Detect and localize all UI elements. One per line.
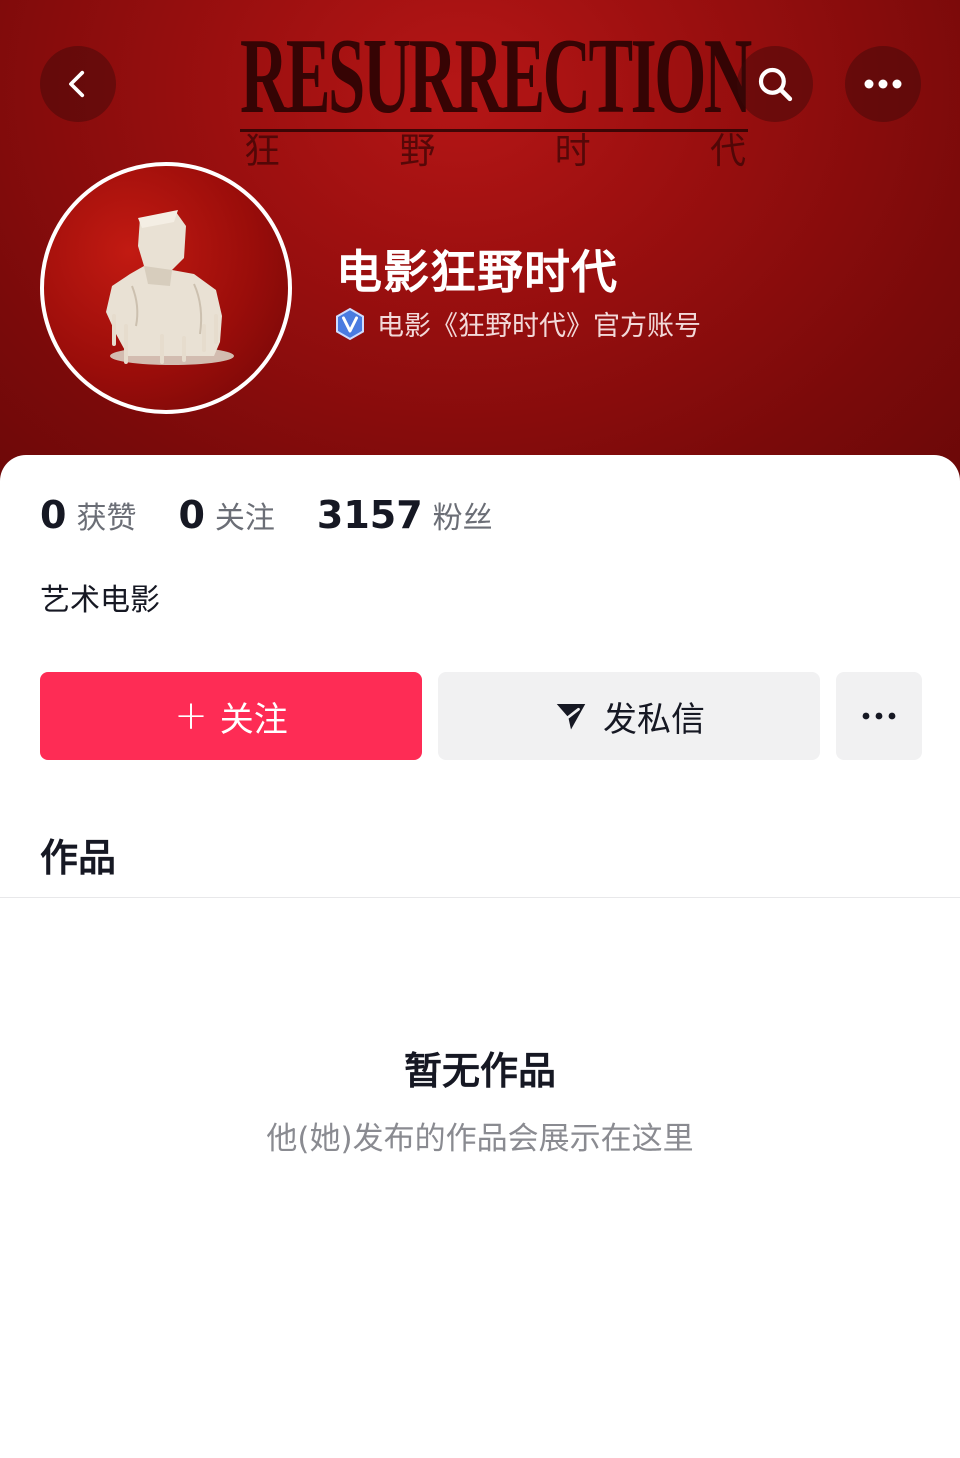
stat-label: 粉丝 — [432, 501, 493, 536]
banner-title: RESURRECTION — [240, 17, 752, 136]
search-icon — [758, 67, 793, 102]
melting-bust-image — [106, 210, 234, 365]
profile-bio: 艺术电影 — [40, 583, 160, 618]
stat-label: 关注 — [214, 501, 275, 536]
empty-state-title: 暂无作品 — [403, 1049, 556, 1093]
message-label: 发私信 — [603, 699, 705, 740]
profile-name: 电影狂野时代 — [336, 245, 618, 299]
banner-subtitle-char: 野 — [399, 131, 436, 172]
banner-subtitle-char: 时 — [554, 131, 591, 172]
avatar[interactable] — [40, 162, 292, 414]
stat-value: 0 — [40, 493, 67, 537]
tab-works[interactable]: 作品 — [40, 827, 116, 882]
more-horizontal-icon — [864, 79, 902, 89]
send-icon — [556, 704, 586, 730]
follow-button[interactable]: + 关注 — [40, 672, 422, 760]
tab-divider — [0, 897, 960, 898]
stat-value: 3157 — [316, 493, 423, 537]
empty-state-subtitle: 他(她)发布的作品会展示在这里 — [266, 1121, 694, 1157]
banner-subtitle: 狂 野 时 代 — [240, 132, 750, 172]
action-buttons: + 关注 发私信 — [40, 672, 922, 760]
more-actions-button[interactable] — [836, 672, 922, 760]
more-horizontal-icon — [862, 712, 896, 720]
verified-label: 电影《狂野时代》官方账号 — [377, 311, 701, 342]
verified-badge-row: 电影《狂野时代》官方账号 — [333, 304, 701, 343]
profile-content-sheet: 0 获赞 0 关注 3157 粉丝 艺术电影 + 关注 发私信 作品 暂无作品 … — [0, 455, 960, 1458]
more-options-button[interactable] — [845, 46, 921, 122]
follow-label: 关注 — [219, 699, 288, 740]
stat-following[interactable]: 0 关注 — [178, 493, 274, 537]
stat-followers[interactable]: 3157 粉丝 — [317, 493, 493, 537]
stats-row: 0 获赞 0 关注 3157 粉丝 — [40, 493, 535, 537]
message-button[interactable]: 发私信 — [438, 672, 820, 760]
banner-subtitle-char: 代 — [709, 131, 746, 172]
stat-value: 0 — [178, 493, 205, 537]
stat-label: 获赞 — [76, 501, 137, 536]
banner-subtitle-char: 狂 — [244, 131, 281, 172]
search-button[interactable] — [737, 46, 813, 122]
plus-icon: + — [174, 693, 208, 739]
back-button[interactable] — [40, 46, 116, 122]
profile-header-banner: RESURRECTION 狂 野 时 代 电影狂野时代 电影《狂野时代》官方账号 — [0, 0, 960, 500]
verified-v-icon — [336, 307, 364, 340]
chevron-left-icon — [69, 70, 85, 98]
stat-likes[interactable]: 0 获赞 — [40, 493, 136, 537]
